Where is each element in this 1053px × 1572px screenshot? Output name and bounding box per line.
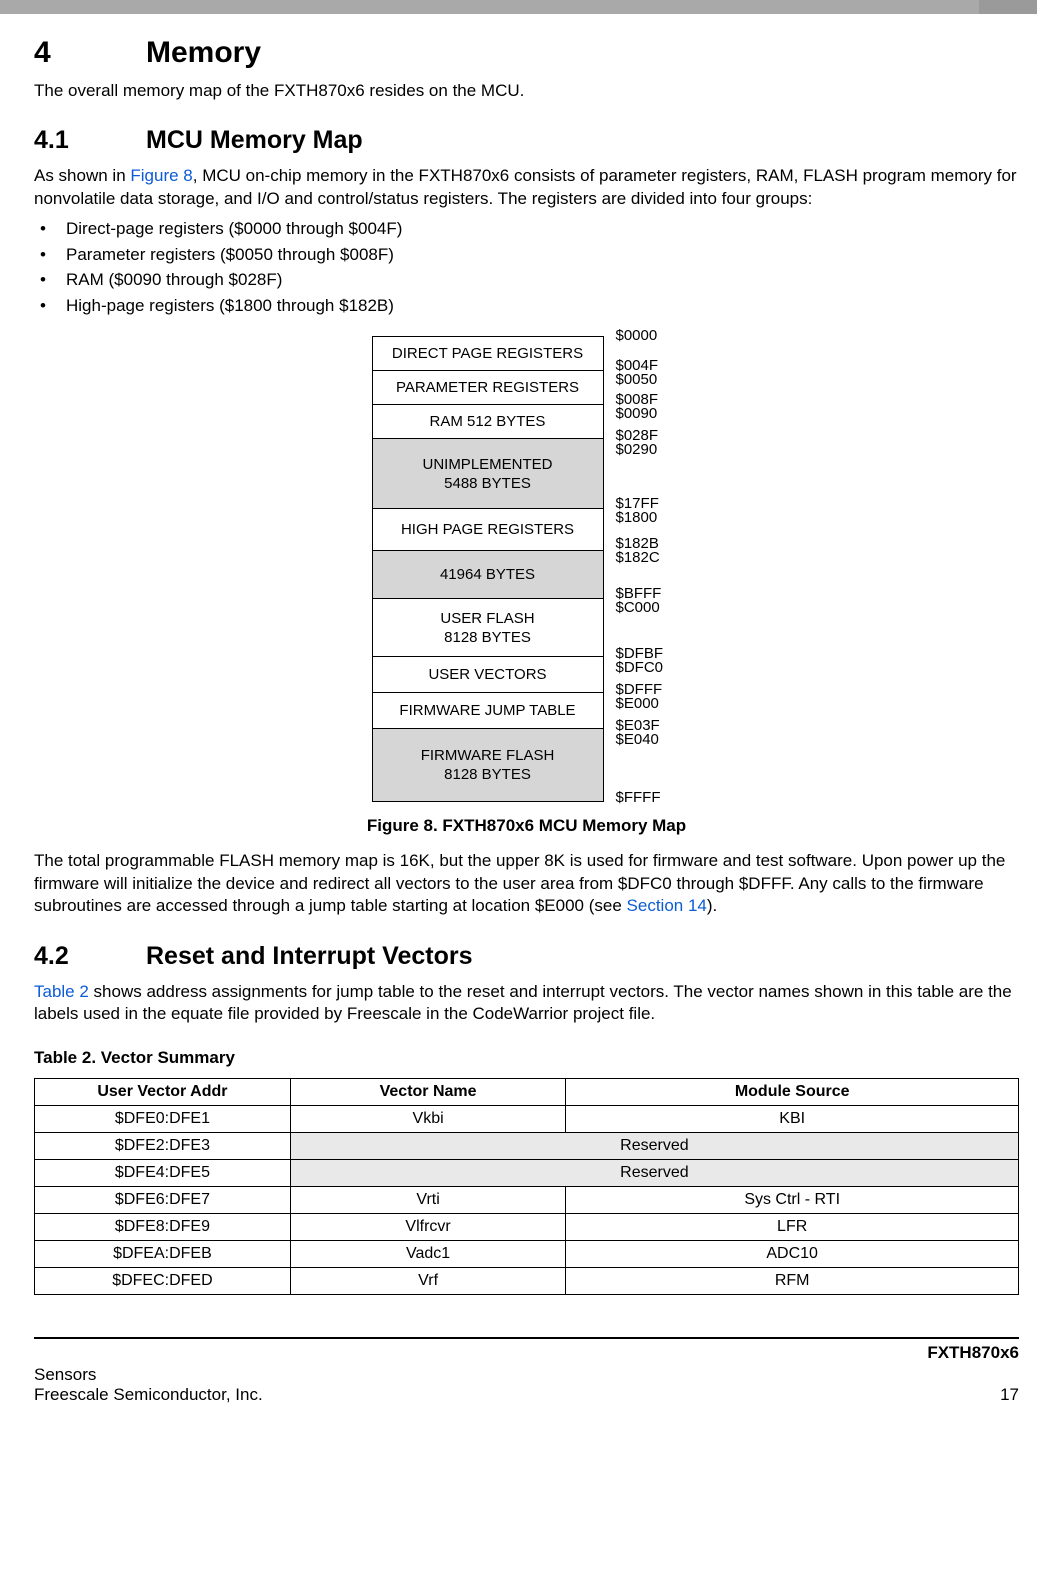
- memory-block: DIRECT PAGE REGISTERS: [373, 337, 603, 371]
- section-41-heading: 4.1MCU Memory Map: [34, 126, 1019, 155]
- header-bar: [0, 0, 1037, 14]
- address-label: $C000: [616, 600, 660, 615]
- footer-row: Sensors: [34, 1365, 1019, 1385]
- memory-block: UNIMPLEMENTED5488 BYTES: [373, 439, 603, 509]
- table-row: $DFE8:DFE9VlfrcvrLFR: [35, 1213, 1019, 1240]
- memory-map-figure: DIRECT PAGE REGISTERSPARAMETER REGISTERS…: [34, 336, 1019, 802]
- table-2-title: Table 2. Vector Summary: [34, 1048, 1019, 1068]
- list-item: Direct-page registers ($0000 through $00…: [34, 216, 1019, 242]
- memory-block: HIGH PAGE REGISTERS: [373, 509, 603, 551]
- footer-product: FXTH870x6: [34, 1343, 1019, 1363]
- memory-block: FIRMWARE FLASH8128 BYTES: [373, 729, 603, 801]
- cell-addr: $DFE0:DFE1: [35, 1105, 291, 1132]
- footer-left-1: Sensors: [34, 1365, 96, 1385]
- cell-reserved: Reserved: [290, 1132, 1018, 1159]
- table-row: $DFE4:DFE5Reserved: [35, 1159, 1019, 1186]
- vector-summary-table: User Vector Addr Vector Name Module Sour…: [34, 1078, 1019, 1295]
- table-row: $DFE6:DFE7VrtiSys Ctrl - RTI: [35, 1186, 1019, 1213]
- table-row: $DFEC:DFEDVrfRFM: [35, 1267, 1019, 1294]
- address-label: $E040: [616, 732, 659, 747]
- list-item: Parameter registers ($0050 through $008F…: [34, 242, 1019, 268]
- footer-separator: [34, 1337, 1019, 1339]
- th-module-source: Module Source: [566, 1078, 1019, 1105]
- footer-row-2: Freescale Semiconductor, Inc. 17: [34, 1385, 1019, 1405]
- section-42-heading: 4.2Reset and Interrupt Vectors: [34, 942, 1019, 971]
- cell-module-source: ADC10: [566, 1240, 1019, 1267]
- memory-block: USER FLASH8128 BYTES: [373, 599, 603, 657]
- address-label: $0050: [616, 372, 658, 387]
- cell-vector-name: Vkbi: [290, 1105, 566, 1132]
- memory-block: RAM 512 BYTES: [373, 405, 603, 439]
- subsection-title: Reset and Interrupt Vectors: [146, 942, 472, 970]
- section-4-intro: The overall memory map of the FXTH870x6 …: [34, 80, 1019, 102]
- memory-map-blocks: DIRECT PAGE REGISTERSPARAMETER REGISTERS…: [372, 336, 604, 802]
- section-title: Memory: [146, 36, 261, 69]
- footer-page-number: 17: [1000, 1385, 1019, 1405]
- list-item: High-page registers ($1800 through $182B…: [34, 293, 1019, 319]
- cell-addr: $DFEA:DFEB: [35, 1240, 291, 1267]
- table-row: $DFE0:DFE1VkbiKBI: [35, 1105, 1019, 1132]
- section-41-para: As shown in Figure 8, MCU on-chip memory…: [34, 165, 1019, 210]
- address-label: $182C: [616, 550, 660, 565]
- th-user-vector-addr: User Vector Addr: [35, 1078, 291, 1105]
- cell-addr: $DFE8:DFE9: [35, 1213, 291, 1240]
- cell-module-source: LFR: [566, 1213, 1019, 1240]
- cell-module-source: Sys Ctrl - RTI: [566, 1186, 1019, 1213]
- memory-map-addresses: $0000$004F$0050$008F$0090$028F$0290$17FF…: [616, 336, 682, 802]
- table-header-row: User Vector Addr Vector Name Module Sour…: [35, 1078, 1019, 1105]
- cell-addr: $DFE4:DFE5: [35, 1159, 291, 1186]
- cell-vector-name: Vadc1: [290, 1240, 566, 1267]
- table-2-ref[interactable]: Table 2: [34, 982, 89, 1001]
- cell-vector-name: Vrf: [290, 1267, 566, 1294]
- figure-8-ref[interactable]: Figure 8: [130, 166, 192, 185]
- address-label: $0000: [616, 328, 658, 343]
- memory-block: PARAMETER REGISTERS: [373, 371, 603, 405]
- cell-addr: $DFE6:DFE7: [35, 1186, 291, 1213]
- subsection-title: MCU Memory Map: [146, 126, 363, 154]
- register-groups-list: Direct-page registers ($0000 through $00…: [34, 216, 1019, 318]
- subsection-number: 4.1: [34, 126, 146, 155]
- address-label: $E000: [616, 696, 659, 711]
- cell-vector-name: Vrti: [290, 1186, 566, 1213]
- address-label: $0290: [616, 442, 658, 457]
- section-42-para: Table 2 shows address assignments for ju…: [34, 981, 1019, 1026]
- address-label: $DFC0: [616, 660, 664, 675]
- address-label: $FFFF: [616, 790, 661, 805]
- cell-module-source: RFM: [566, 1267, 1019, 1294]
- cell-module-source: KBI: [566, 1105, 1019, 1132]
- after-figure-para: The total programmable FLASH memory map …: [34, 850, 1019, 917]
- cell-reserved: Reserved: [290, 1159, 1018, 1186]
- footer-left-2: Freescale Semiconductor, Inc.: [34, 1385, 263, 1405]
- memory-block: USER VECTORS: [373, 657, 603, 693]
- address-label: $1800: [616, 510, 658, 525]
- subsection-number: 4.2: [34, 942, 146, 971]
- cell-addr: $DFEC:DFED: [35, 1267, 291, 1294]
- cell-vector-name: Vlfrcvr: [290, 1213, 566, 1240]
- address-label: $0090: [616, 406, 658, 421]
- section-4-heading: 4Memory: [34, 36, 1019, 70]
- memory-block: 41964 BYTES: [373, 551, 603, 599]
- list-item: RAM ($0090 through $028F): [34, 267, 1019, 293]
- table-row: $DFE2:DFE3Reserved: [35, 1132, 1019, 1159]
- figure-8-caption: Figure 8. FXTH870x6 MCU Memory Map: [34, 816, 1019, 836]
- section-number: 4: [34, 36, 146, 70]
- cell-addr: $DFE2:DFE3: [35, 1132, 291, 1159]
- table-row: $DFEA:DFEBVadc1ADC10: [35, 1240, 1019, 1267]
- memory-block: FIRMWARE JUMP TABLE: [373, 693, 603, 729]
- th-vector-name: Vector Name: [290, 1078, 566, 1105]
- section-14-ref[interactable]: Section 14: [627, 896, 707, 915]
